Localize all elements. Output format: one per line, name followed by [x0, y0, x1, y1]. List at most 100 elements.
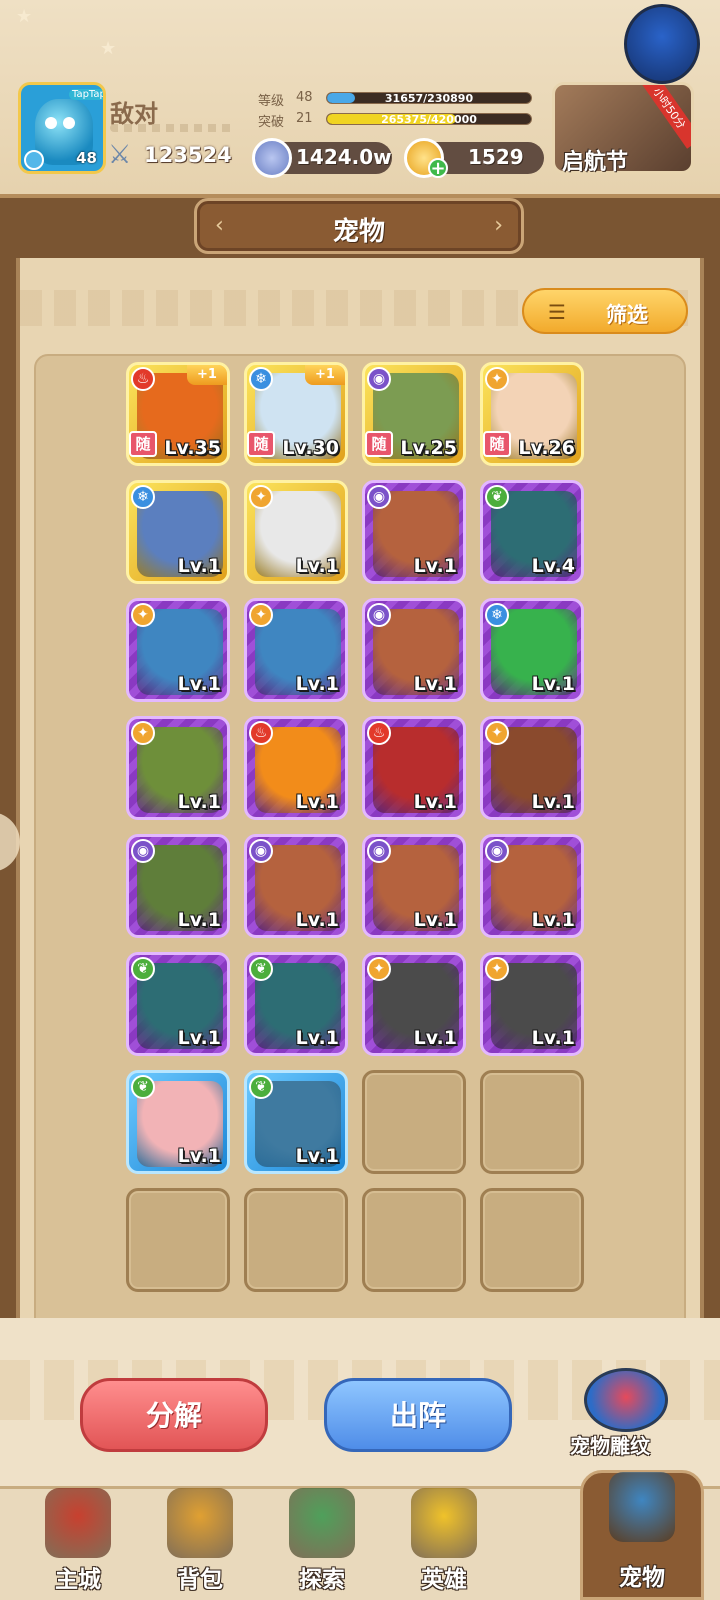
avatar-level: 48	[76, 149, 97, 167]
pet-card[interactable]: ✦ Lv.1	[126, 716, 230, 820]
pet-card[interactable]: ✦ 随 Lv.26	[480, 362, 584, 466]
empty-pet-slot	[362, 1070, 466, 1174]
follow-badge: 随	[247, 431, 275, 457]
leaf-icon: ❦	[249, 1075, 273, 1099]
leaf-icon: ❦	[131, 957, 155, 981]
nav-label: 英雄	[421, 1567, 467, 1593]
pet-carve-label[interactable]: 宠物雕纹	[570, 1430, 650, 1459]
pet-card[interactable]: ❦ Lv.1	[126, 1070, 230, 1174]
pet-level: Lv.1	[413, 791, 457, 813]
fire-icon: ♨	[249, 721, 273, 745]
leaf-icon: ❦	[485, 485, 509, 509]
pet-card[interactable]: ✦ Lv.1	[480, 716, 584, 820]
nav-item-map[interactable]: 探索	[272, 1486, 372, 1596]
pet-card[interactable]: ❄ Lv.1	[480, 598, 584, 702]
filter-label: 筛选	[606, 303, 648, 327]
pet-level: Lv.1	[177, 673, 221, 695]
helper-character-icon[interactable]	[624, 4, 700, 84]
pet-card[interactable]: ♨ Lv.1	[244, 716, 348, 820]
pet-card[interactable]: ❦ Lv.1	[244, 952, 348, 1056]
pet-level: Lv.1	[531, 909, 575, 931]
empty-pet-slot	[126, 1188, 230, 1292]
nav-item-castle[interactable]: 主城	[28, 1486, 128, 1596]
empty-pet-slot	[362, 1188, 466, 1292]
pet-level: Lv.1	[413, 909, 457, 931]
pet-level: Lv.1	[295, 791, 339, 813]
pet-level: Lv.1	[413, 555, 457, 577]
event-timer: 小时50分	[637, 85, 691, 149]
level-progress-text: 31657/230890	[384, 92, 474, 104]
nav-item-pet[interactable]: 宠物	[580, 1470, 704, 1591]
upgrade-badge: +1	[305, 365, 345, 385]
pet-card[interactable]: ◉ 随 Lv.25	[362, 362, 466, 466]
nav-item-hero[interactable]: 英雄	[394, 1486, 494, 1596]
deploy-button[interactable]: 出阵	[324, 1378, 512, 1452]
nav-label: 宠物	[619, 1565, 665, 1591]
pet-card[interactable]: ✦ Lv.1	[362, 952, 466, 1056]
silver-coin-icon	[252, 138, 292, 178]
sun-icon: ✦	[131, 603, 155, 627]
chevron-right-icon: ›	[494, 213, 503, 238]
platform-badge: TapTap	[69, 89, 103, 100]
decompose-button[interactable]: 分解	[80, 1378, 268, 1452]
sun-icon: ✦	[131, 721, 155, 745]
pet-level: Lv.25	[400, 437, 457, 459]
pet-card[interactable]: ◉ Lv.1	[480, 834, 584, 938]
pet-card[interactable]: ◉ Lv.1	[362, 598, 466, 702]
pet-level: Lv.1	[295, 673, 339, 695]
empty-pet-slot	[480, 1188, 584, 1292]
pet-card[interactable]: ❦ Lv.1	[126, 952, 230, 1056]
pet-card[interactable]: ❄ Lv.1	[126, 480, 230, 584]
sun-icon: ✦	[485, 721, 509, 745]
empty-pet-slot	[244, 1188, 348, 1292]
pet-card[interactable]: ✦ Lv.1	[244, 598, 348, 702]
pet-card[interactable]: ♨ Lv.1	[362, 716, 466, 820]
pet-card[interactable]: ✦ Lv.1	[244, 480, 348, 584]
eye-icon: ◉	[367, 367, 391, 391]
pet-card[interactable]: ◉ Lv.1	[362, 834, 466, 938]
nav-label: 主城	[55, 1567, 101, 1593]
eye-icon: ◉	[367, 839, 391, 863]
follow-badge: 随	[483, 431, 511, 457]
pet-card[interactable]: ❦ Lv.1	[244, 1070, 348, 1174]
leaf-icon: ❦	[249, 957, 273, 981]
page-title-plate: ‹ 宠物 ›	[194, 198, 524, 254]
filter-button[interactable]: ☰ 筛选	[522, 288, 688, 334]
sun-icon: ✦	[485, 957, 509, 981]
snowflake-icon: ❄	[485, 603, 509, 627]
pet-card[interactable]: ❄ +1 随 Lv.30	[244, 362, 348, 466]
nav-label: 探索	[299, 1567, 345, 1593]
pet-card[interactable]: ❦ Lv.4	[480, 480, 584, 584]
pet-card[interactable]: ✦ Lv.1	[126, 598, 230, 702]
sun-icon: ✦	[485, 367, 509, 391]
hero-icon	[411, 1488, 477, 1558]
nav-item-backpack[interactable]: 背包	[150, 1486, 250, 1596]
pet-card[interactable]: ✦ Lv.1	[480, 952, 584, 1056]
break-value: 21	[296, 111, 313, 126]
pet-level: Lv.1	[413, 1027, 457, 1049]
star-decoration: ★	[100, 38, 117, 59]
pet-level: Lv.1	[295, 1145, 339, 1167]
fire-icon: ♨	[131, 367, 155, 391]
pet-card[interactable]: ◉ Lv.1	[362, 480, 466, 584]
list-icon: ☰	[548, 300, 566, 324]
pet-card[interactable]: ♨ +1 随 Lv.35	[126, 362, 230, 466]
pet-level: Lv.26	[518, 437, 575, 459]
pet-level: Lv.4	[531, 555, 575, 577]
pet-level: Lv.1	[531, 1027, 575, 1049]
eye-icon: ◉	[367, 485, 391, 509]
eye-icon: ◉	[367, 603, 391, 627]
pet-level: Lv.1	[177, 909, 221, 931]
add-gold-icon[interactable]: +	[428, 158, 448, 178]
sun-icon: ✦	[367, 957, 391, 981]
level-progress-bar: 31657/230890	[326, 92, 532, 104]
pet-card[interactable]: ◉ Lv.1	[244, 834, 348, 938]
upgrade-badge: +1	[187, 365, 227, 385]
pet-card[interactable]: ◉ Lv.1	[126, 834, 230, 938]
break-progress-text: 265375/420000	[381, 113, 477, 125]
fire-icon: ♨	[367, 721, 391, 745]
pet-level: Lv.1	[177, 555, 221, 577]
gold-amount: 1529	[468, 145, 524, 169]
pet-carve-icon[interactable]	[584, 1368, 668, 1432]
pet-level: Lv.30	[282, 437, 339, 459]
